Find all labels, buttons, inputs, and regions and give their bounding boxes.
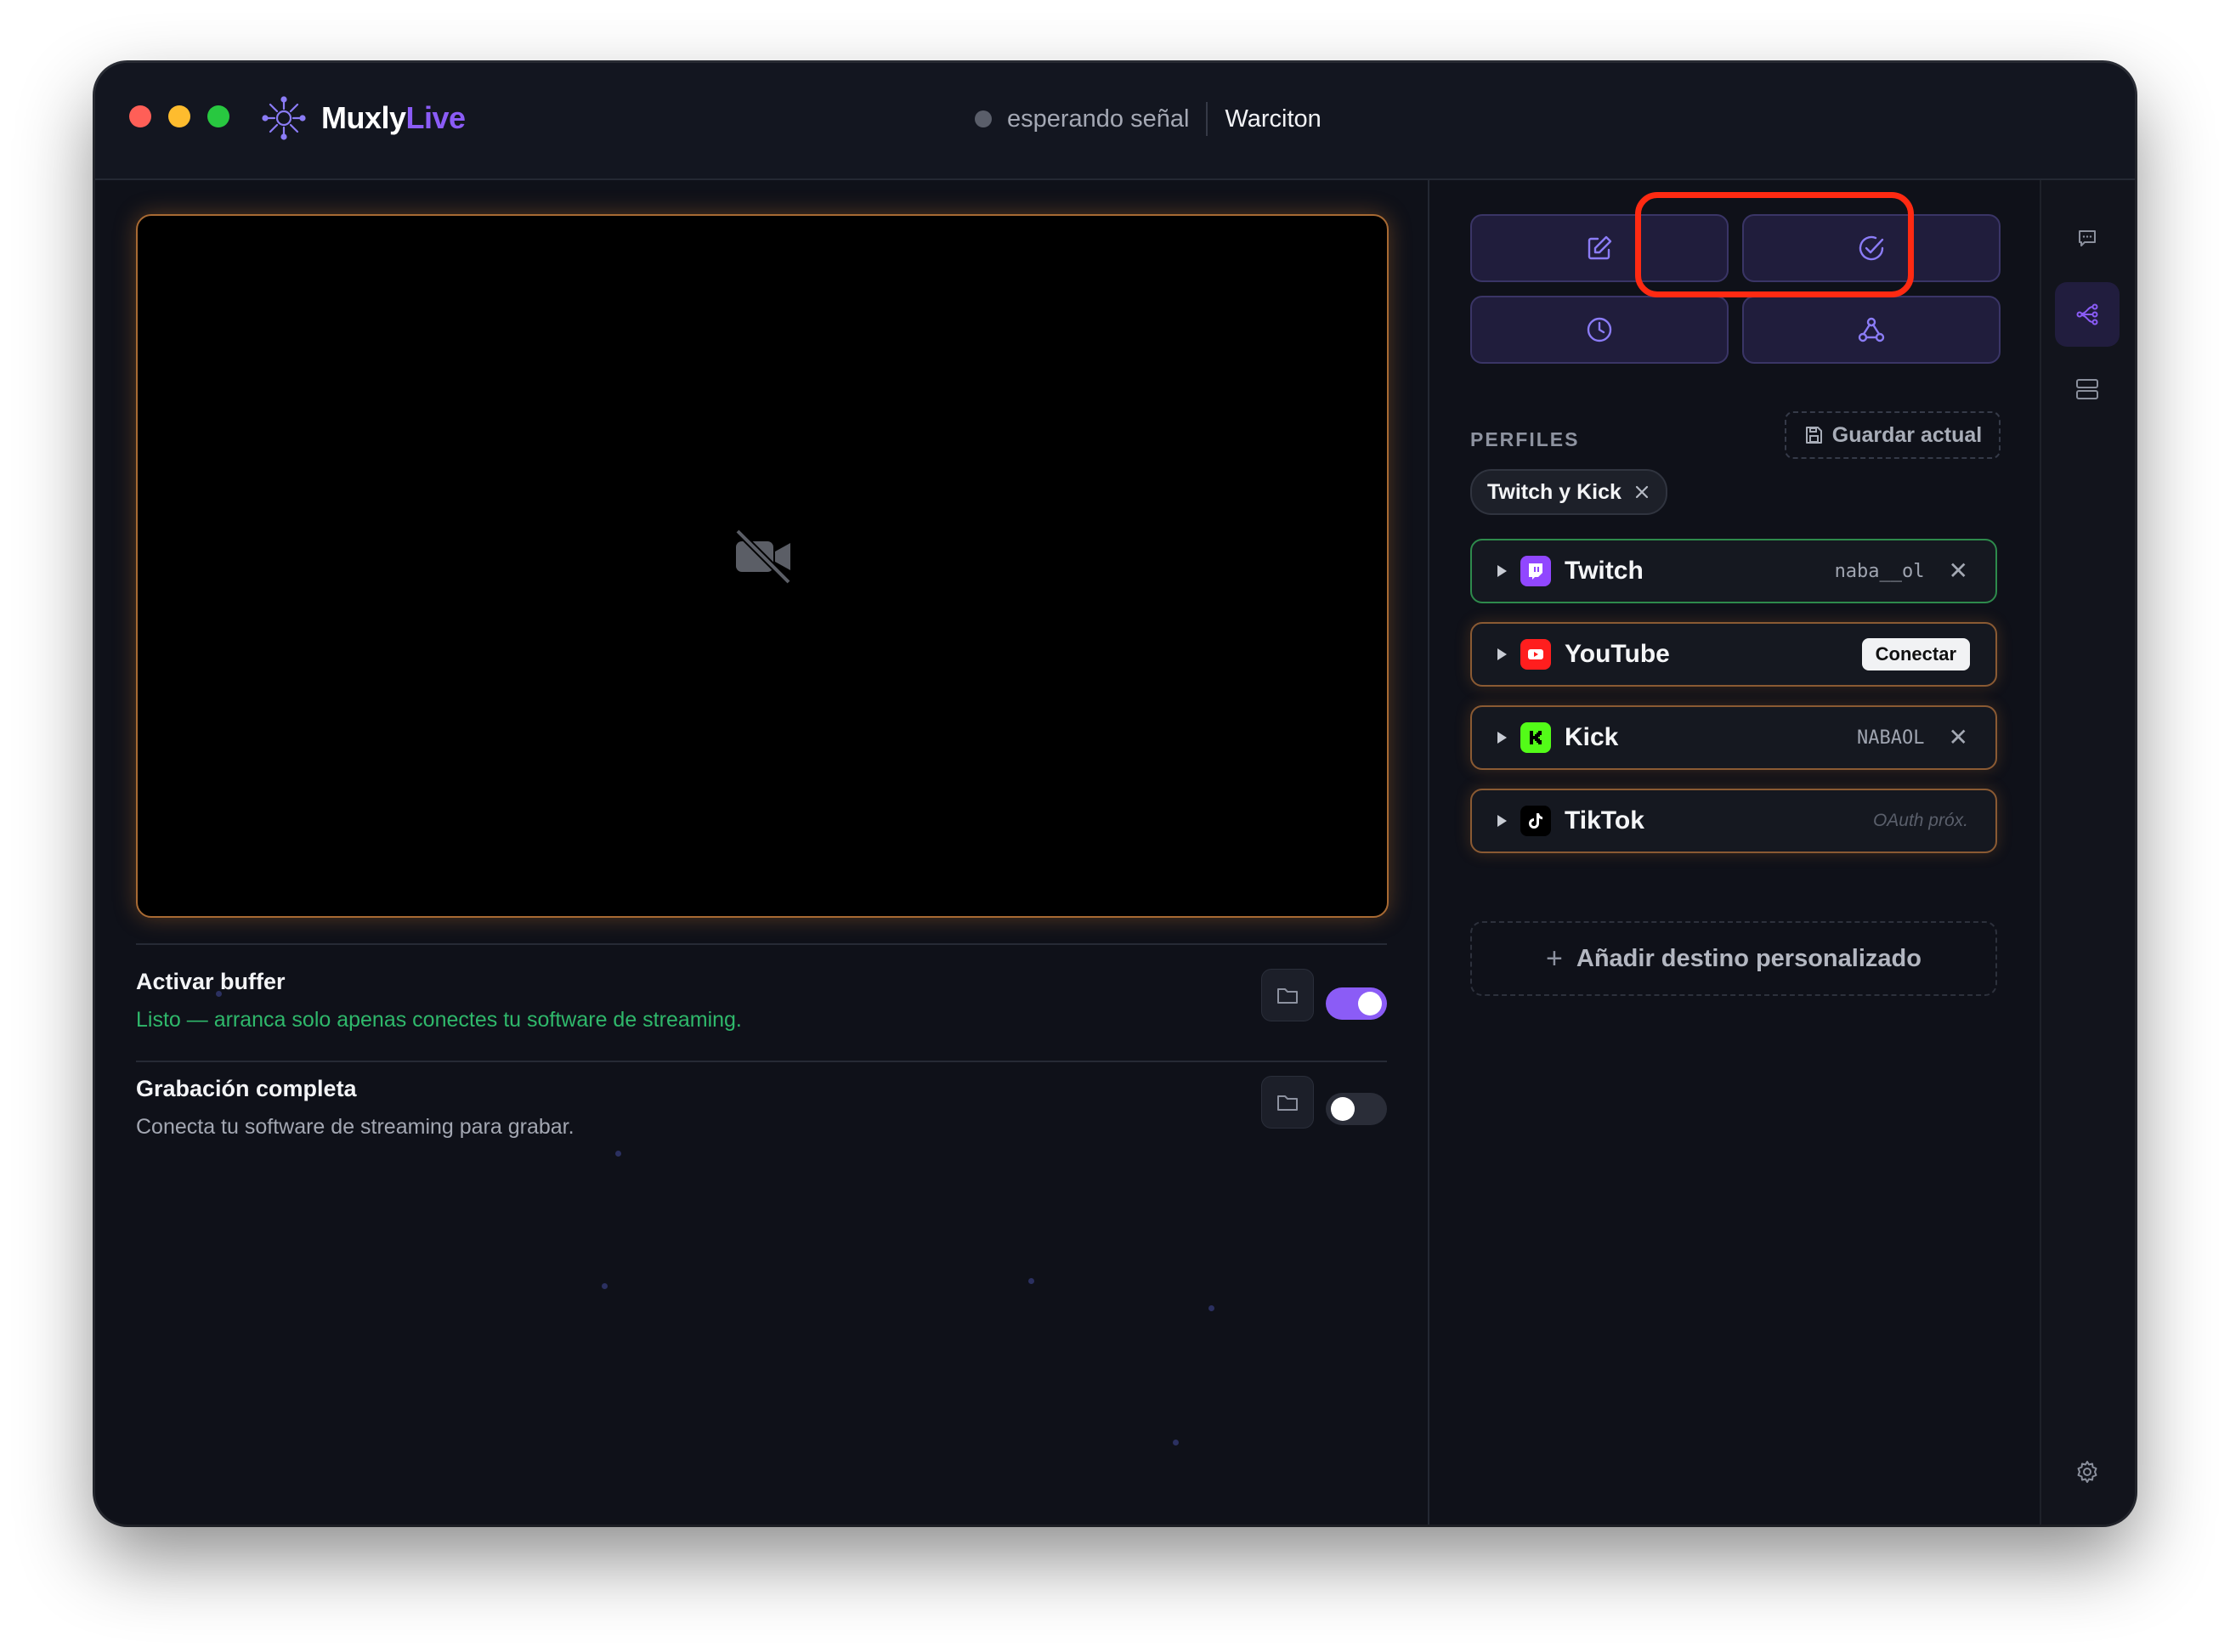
maximize-window-button[interactable] [207,105,229,127]
status-indicator-icon [975,110,992,127]
remove-account-button[interactable]: ✕ [1949,559,1968,583]
buffer-subtitle: Listo — arranca solo apenas conectes tu … [136,1008,742,1032]
server-button[interactable] [2055,357,2120,421]
brand-name-prefix: Muxly [321,100,406,135]
plus-icon: + [1546,942,1563,975]
destination-actions: Conectar [1861,638,1970,670]
profile-chip-label: Twitch y Kick [1487,479,1622,504]
destination-name: Kick [1565,723,1619,751]
account-name: naba__ol [1834,560,1925,582]
tiktok-icon [1520,806,1551,836]
background-dot [1028,1278,1034,1284]
section-divider [136,1061,1387,1062]
destination-actions: OAuth próx. [1873,811,1968,831]
close-icon[interactable] [1633,484,1650,501]
toggle-knob [1358,992,1382,1016]
full-recording-title: Grabación completa [136,1076,357,1101]
background-dot [602,1283,608,1289]
camera-off-icon [735,529,791,585]
video-preview [136,214,1389,918]
connect-button[interactable]: Conectar [1861,638,1970,670]
signal-status: esperando señal Warciton [975,102,1322,136]
settings-icon [2077,1461,2097,1483]
routing-button[interactable] [2055,282,2120,347]
full-recording-toggle[interactable] [1326,1093,1387,1125]
server-icon [2076,379,2098,399]
section-divider [136,943,1387,945]
webhook-button[interactable] [1742,296,2001,364]
minimize-window-button[interactable] [168,105,190,127]
preview-panel: Activar buffer Listo — arranca solo apen… [95,180,1428,1525]
save-icon [1805,427,1822,444]
background-dot [615,1151,621,1157]
edit-icon [1588,235,1612,260]
remove-account-button[interactable]: ✕ [1949,726,1968,750]
destination-name: Twitch [1565,557,1644,585]
full-recording-subtitle: Conecta tu software de streaming para gr… [136,1115,574,1139]
expand-caret-icon[interactable] [1497,565,1507,577]
settings-button[interactable] [2055,1440,2120,1504]
profile-chip[interactable]: Twitch y Kick [1470,469,1667,515]
routing-icon [2076,303,2098,325]
full-recording-folder-button[interactable] [1261,1076,1314,1129]
save-profile-label: Guardar actual [1831,422,1983,447]
brand-logo-icon [262,96,306,140]
destination-actions: naba__ol ✕ [1835,559,1968,583]
youtube-icon [1520,639,1551,670]
highlight-annotation [1635,192,1914,297]
folder-icon [1277,1095,1298,1111]
kick-icon [1520,722,1551,753]
right-rail [2040,180,2135,1525]
account-name: NABAOL [1857,727,1925,749]
destination-name: TikTok [1565,806,1644,834]
expand-caret-icon[interactable] [1497,648,1507,660]
background-dot [216,991,222,997]
brand: MuxlyLive [262,96,466,140]
destination-actions: NABAOL ✕ [1857,726,1968,750]
destination-name: YouTube [1565,640,1670,668]
expand-caret-icon[interactable] [1497,815,1507,827]
add-destination-label: Añadir destino personalizado [1576,944,1922,972]
destination-twitch[interactable]: Twitch naba__ol ✕ [1470,539,1997,603]
buffer-title: Activar buffer [136,969,286,994]
destinations-panel: PERFILES Guardar actual Twitch y Kick Tw… [1428,180,2041,1525]
buffer-folder-button[interactable] [1261,969,1314,1021]
folder-icon [1277,988,1298,1004]
buffer-toggle[interactable] [1326,987,1387,1020]
expand-caret-icon[interactable] [1497,732,1507,744]
close-window-button[interactable] [129,105,151,127]
chat-button[interactable] [2055,206,2120,270]
schedule-button[interactable] [1470,296,1729,364]
channel-name[interactable]: Warciton [1225,105,1321,133]
brand-name-suffix: Live [405,100,467,135]
title-bar: MuxlyLive esperando señal Warciton [95,63,2135,180]
twitch-icon [1520,556,1551,586]
destination-youtube[interactable]: YouTube Conectar [1470,622,1997,687]
chat-icon [2079,230,2096,246]
background-dot [1208,1305,1214,1311]
oauth-note: OAuth próx. [1872,811,1968,830]
add-custom-destination-button[interactable]: + Añadir destino personalizado [1470,921,1997,996]
background-dot [1173,1440,1179,1446]
toggle-knob [1331,1097,1355,1121]
save-profile-button[interactable]: Guardar actual [1785,411,2001,459]
destination-tiktok[interactable]: TikTok OAuth próx. [1470,789,1997,853]
destination-kick[interactable]: Kick NABAOL ✕ [1470,705,1997,770]
brand-name: MuxlyLive [321,100,466,136]
app-window: MuxlyLive esperando señal Warciton Activ… [95,63,2135,1525]
webhook-icon [1858,317,1885,342]
status-divider [1206,102,1208,136]
status-text: esperando señal [1007,105,1190,133]
clock-icon [1587,317,1612,342]
profiles-label: PERFILES [1470,428,1580,450]
